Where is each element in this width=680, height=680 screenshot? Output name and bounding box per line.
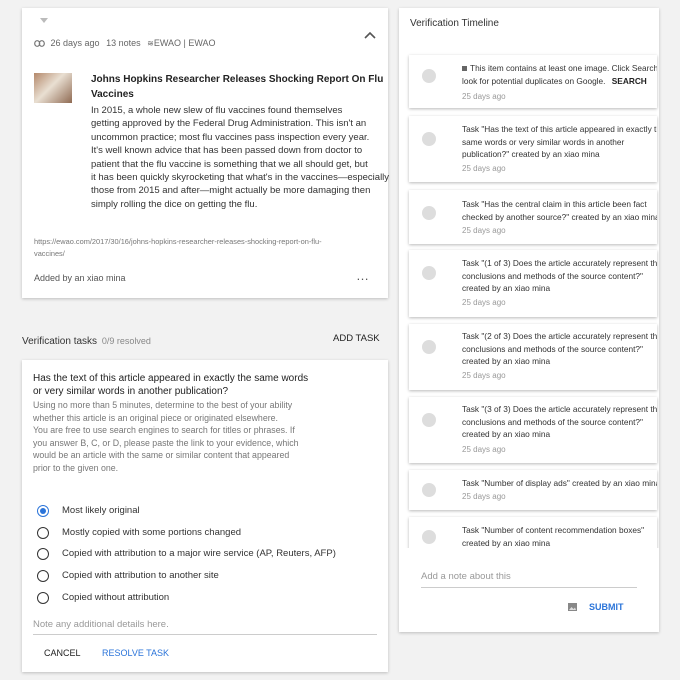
user-avatar	[422, 483, 436, 497]
timeline-card: Verification Timeline This item contains…	[399, 8, 659, 632]
timeline-note-input[interactable]: Add a note about this	[421, 571, 637, 588]
media-thumbnail[interactable]	[34, 73, 72, 103]
more-options-icon[interactable]: …	[356, 268, 369, 283]
link-icon	[34, 40, 45, 48]
user-avatar	[422, 340, 436, 354]
timeline-item: Task "Number of content recommendation b…	[409, 517, 657, 548]
radio-option-1[interactable]	[37, 505, 49, 517]
radio-option-2[interactable]	[37, 527, 49, 539]
tasks-resolved-count: 0/9 resolved	[101, 336, 151, 346]
timeline-item: Task "Has the central claim in this arti…	[409, 190, 657, 244]
user-avatar	[422, 69, 436, 83]
task-note-input[interactable]: Note any additional details here.	[33, 619, 377, 635]
timeline-item: Task "Has the text of this article appea…	[409, 116, 657, 182]
media-body: In 2015, a whole new slew of flu vaccine…	[91, 105, 390, 210]
timeline-item: Task "(2 of 3) Does the article accurate…	[409, 324, 657, 390]
user-avatar	[422, 530, 436, 544]
search-link[interactable]: SEARCH	[612, 76, 647, 86]
cancel-button[interactable]: CANCEL	[44, 648, 81, 658]
caret-down-icon[interactable]	[40, 18, 48, 23]
media-title[interactable]: Johns Hopkins Researcher Releases Shocki…	[91, 72, 383, 102]
timeline-item: This item contains at least one image. C…	[409, 55, 657, 108]
option-label-4[interactable]: Copied with attribution to another site	[62, 570, 219, 581]
option-label-2[interactable]: Mostly copied with some portions changed	[62, 527, 241, 538]
option-label-5[interactable]: Copied without attribution	[62, 592, 169, 603]
media-url[interactable]: https://ewao.com/2017/30/16/johns-hopkin…	[34, 236, 322, 260]
media-meta: 26 days ago 13 notes ≋EWAO | EWAO	[34, 38, 216, 48]
resolve-task-button[interactable]: RESOLVE TASK	[102, 648, 169, 658]
user-avatar	[422, 266, 436, 280]
tasks-header: Verification tasks 0/9 resolved	[22, 336, 151, 347]
chevron-up-icon[interactable]	[364, 31, 376, 39]
task-question: Has the text of this article appeared in…	[33, 373, 309, 397]
task-description: Using no more than 5 minutes, determine …	[33, 400, 299, 473]
timeline-list: This item contains at least one image. C…	[399, 8, 659, 548]
image-attach-icon[interactable]	[568, 603, 577, 611]
media-notes: 13 notes	[106, 38, 141, 48]
added-by: Added by an xiao mina	[34, 273, 126, 283]
media-source[interactable]: EWAO | EWAO	[154, 38, 216, 48]
image-icon	[462, 66, 467, 71]
rss-icon: ≋	[147, 39, 154, 48]
tasks-heading: Verification tasks	[22, 336, 98, 347]
radio-option-4[interactable]	[37, 570, 49, 582]
timeline-item: Task "Number of display ads" created by …	[409, 470, 657, 510]
radio-option-5[interactable]	[37, 592, 49, 604]
timeline-item: Task "(1 of 3) Does the article accurate…	[409, 250, 657, 317]
radio-option-3[interactable]	[37, 548, 49, 560]
task-card: Has the text of this article appeared in…	[22, 360, 388, 672]
media-card: 26 days ago 13 notes ≋EWAO | EWAO Johns …	[22, 8, 390, 298]
user-avatar	[422, 206, 436, 220]
media-time[interactable]: 26 days ago	[51, 38, 100, 48]
add-task-button[interactable]: ADD TASK	[333, 333, 380, 344]
user-avatar	[422, 413, 436, 427]
option-label-1[interactable]: Most likely original	[62, 505, 140, 516]
timeline-item: Task "(3 of 3) Does the article accurate…	[409, 397, 657, 463]
option-label-3[interactable]: Copied with attribution to a major wire …	[62, 548, 336, 559]
submit-button[interactable]: SUBMIT	[589, 602, 624, 612]
user-avatar	[422, 132, 436, 146]
